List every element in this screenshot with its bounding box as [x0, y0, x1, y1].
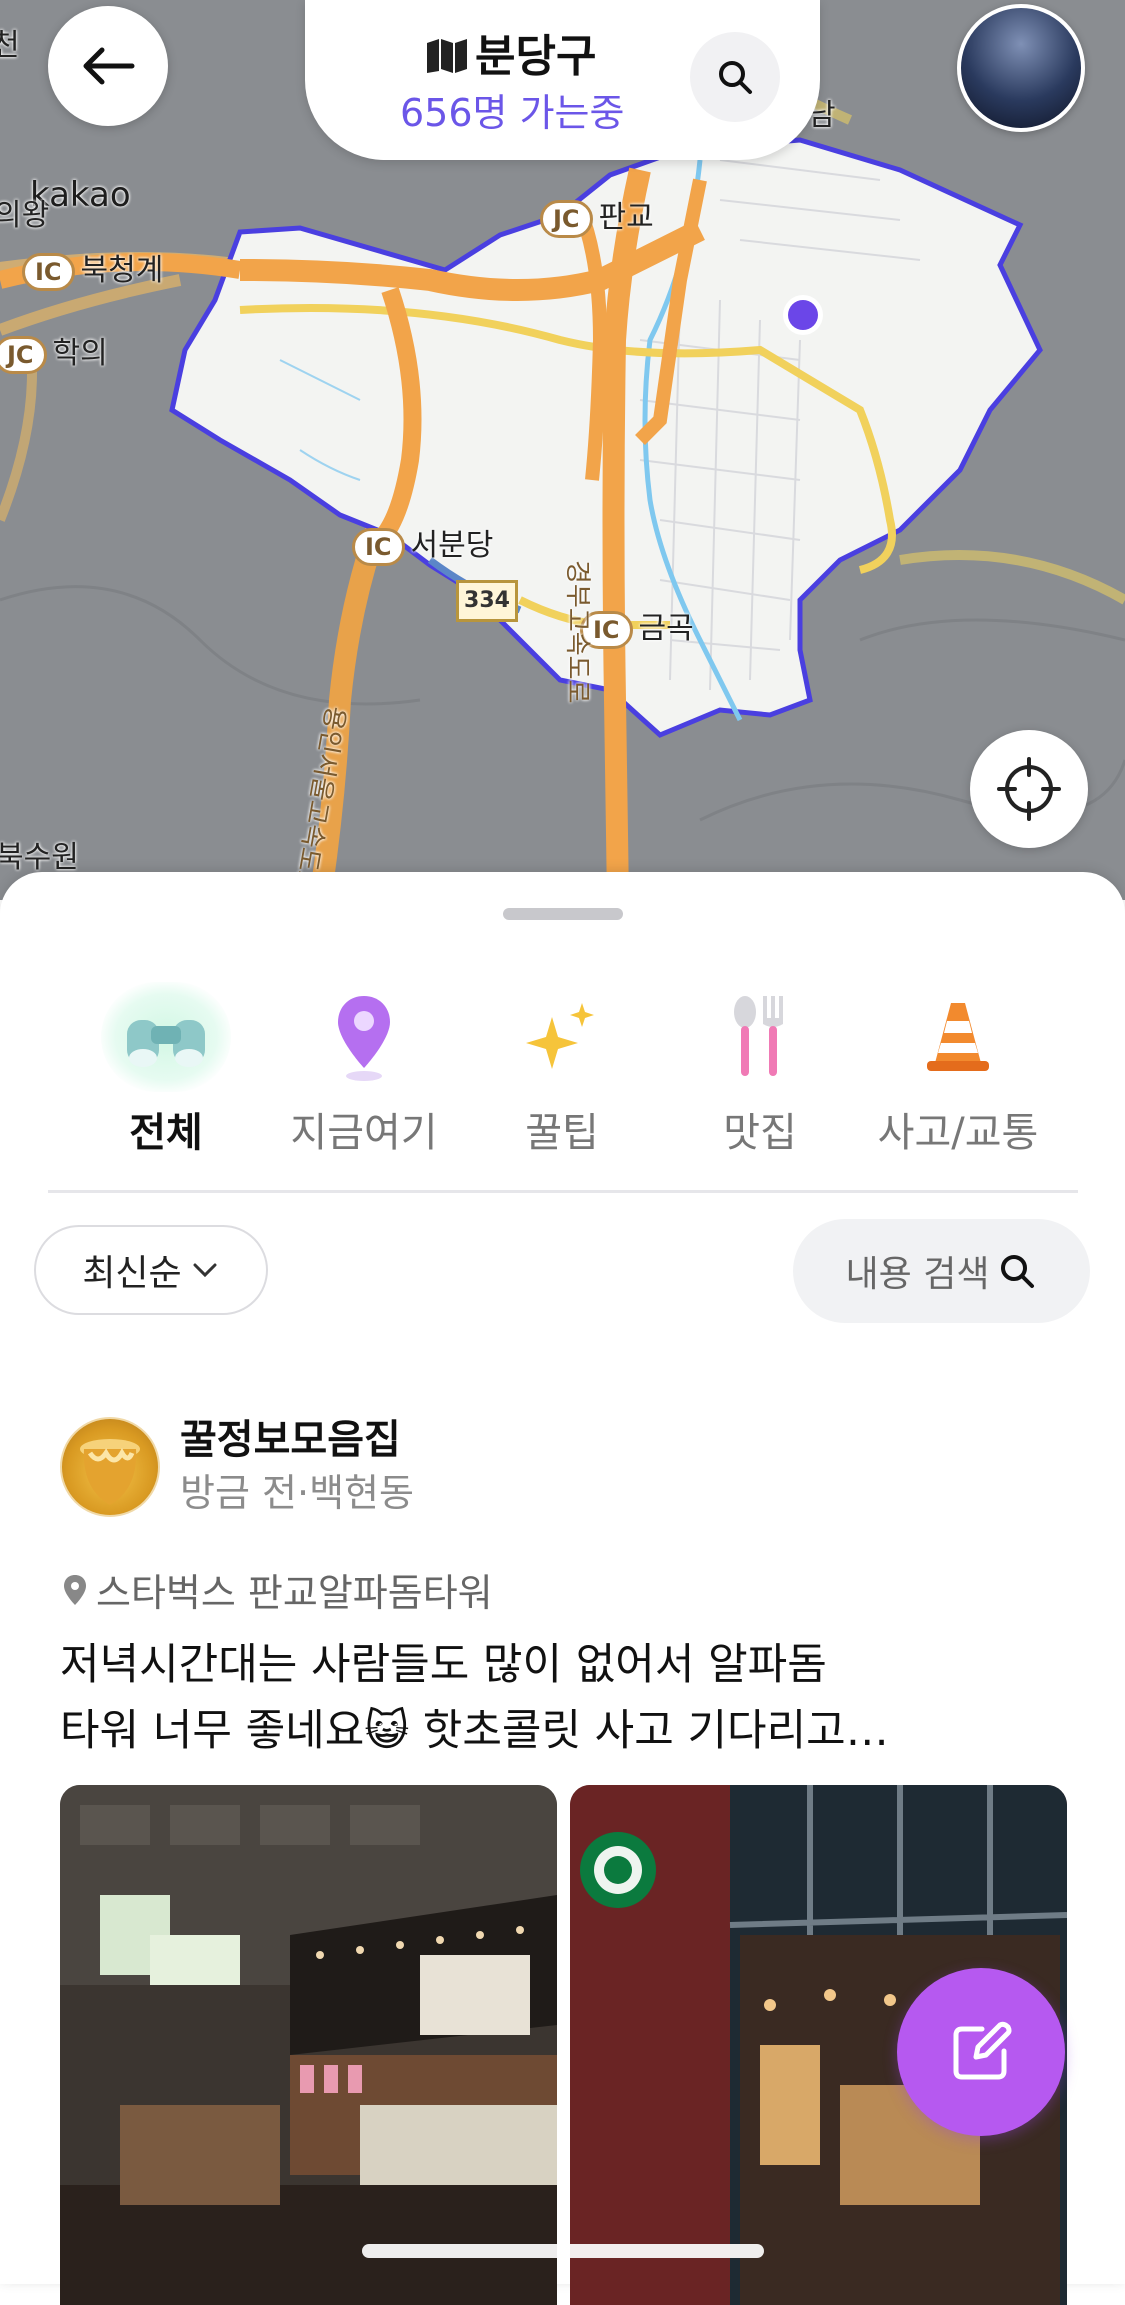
post-place-name: 스타벅스 판교알파돔타워: [96, 1571, 493, 1615]
map-label-pangyo: JC 판교: [540, 192, 654, 238]
district-title-card[interactable]: 분당구 656명 가는중: [305, 0, 820, 160]
map-label-bottom-left: 북수원: [0, 840, 79, 875]
back-button[interactable]: [48, 6, 168, 126]
district-title: 분당구: [425, 20, 596, 84]
content-search-button[interactable]: 내용 검색: [793, 1219, 1090, 1323]
map-label-top-left: 천: [0, 28, 20, 63]
location-pin-icon: [299, 982, 429, 1092]
map-label-left: 의왕: [0, 198, 50, 233]
current-location-dot: [788, 300, 818, 330]
tab-label: 지금여기: [290, 1110, 438, 1156]
user-avatar[interactable]: [957, 4, 1085, 132]
map-search-button[interactable]: [690, 32, 780, 122]
locate-me-button[interactable]: [970, 730, 1088, 848]
visitors-count: 656명 가는중: [400, 91, 625, 135]
map-label-gyeongbu: 경부고속도로: [562, 560, 592, 704]
arrow-left-icon: [83, 47, 135, 85]
tab-tips[interactable]: 꿀팁: [462, 982, 662, 1156]
tab-accident-traffic[interactable]: 사고/교통: [858, 982, 1058, 1156]
tab-label: 사고/교통: [877, 1110, 1039, 1156]
fork-spoon-icon: [695, 982, 825, 1092]
post-photo-1[interactable]: [60, 1785, 557, 2305]
home-indicator: [362, 2244, 764, 2258]
route-shield: 334: [456, 580, 518, 622]
sort-label: 최신순: [82, 1253, 182, 1294]
post-meta: 방금 전·백현동: [180, 1462, 414, 1517]
tab-label: 전체: [129, 1110, 203, 1156]
tab-here-now[interactable]: 지금여기: [264, 982, 464, 1156]
chevron-down-icon: [193, 1263, 217, 1278]
tab-label: 꿀팁: [525, 1110, 599, 1156]
edit-icon: [953, 2021, 1012, 2080]
map-label-seobundang: IC 서분당: [352, 520, 493, 566]
post-location: 백현동: [309, 1471, 414, 1515]
post-place[interactable]: 스타벅스 판교알파돔타워: [62, 1562, 493, 1617]
binoculars-icon: [101, 982, 231, 1092]
map-icon: [427, 39, 467, 73]
map-label-hakui: JC 학의: [0, 328, 108, 374]
honey-pot-icon: [80, 1439, 140, 1505]
crosshair-icon: [997, 757, 1061, 821]
post-time: 방금 전: [180, 1471, 297, 1515]
sort-dropdown[interactable]: 최신순: [34, 1225, 268, 1315]
map-label-bukcheonggye: IC 북청계: [22, 245, 163, 291]
tab-all[interactable]: 전체: [66, 982, 266, 1156]
write-post-button[interactable]: [897, 1968, 1065, 2136]
post-author-avatar[interactable]: [60, 1417, 160, 1517]
tab-restaurants[interactable]: 맛집: [660, 982, 860, 1156]
traffic-cone-icon: [893, 982, 1023, 1092]
search-icon: [1001, 1255, 1035, 1288]
map-view[interactable]: kakao 천 의왕 북수원 남 JC 판교 IC 북청계 JC 학의 IC 서분당 I…: [0, 0, 1125, 900]
tabs-divider: [48, 1190, 1078, 1193]
search-icon: [719, 61, 752, 94]
tab-label: 맛집: [723, 1110, 797, 1156]
sparkles-icon: [497, 982, 627, 1092]
cafe-interior-image: [60, 1785, 557, 2305]
meta-separator: ·: [296, 1471, 310, 1515]
content-search-label: 내용 검색: [845, 1254, 990, 1295]
cat-emoji: 😺: [364, 1706, 410, 1756]
location-pin-icon: [64, 1574, 86, 1605]
post-body[interactable]: 저녁시간대는 사람들도 많이 없어서 알파돔 타워 너무 좋네요😺 핫초콜릿 사…: [60, 1632, 1070, 1764]
sheet-handle[interactable]: [503, 908, 623, 920]
post-author-name[interactable]: 꿀정보모음집: [180, 1407, 401, 1465]
